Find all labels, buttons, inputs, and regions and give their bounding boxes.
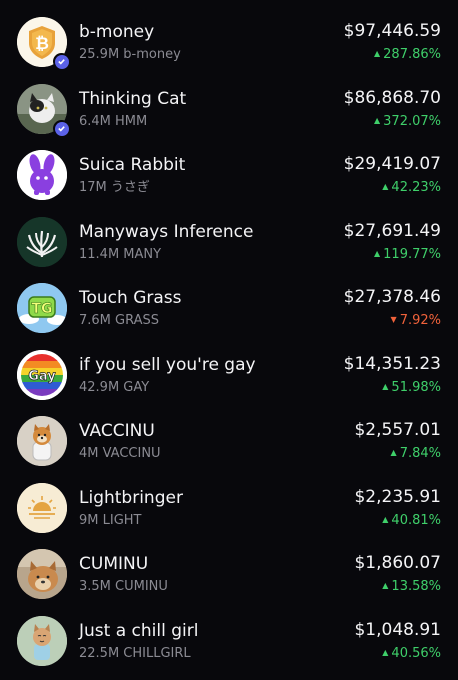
- token-row[interactable]: Thinking Cat 6.4M HMM $86,868.70 ▲ 372.07…: [0, 76, 458, 142]
- token-price: $29,419.07: [343, 154, 441, 174]
- tg-grass-icon: TG: [17, 283, 67, 333]
- up-arrow-icon: ▲: [374, 249, 381, 258]
- up-arrow-icon: ▲: [382, 648, 389, 657]
- token-price: $27,378.46: [343, 287, 441, 307]
- rainbow-gay-icon: Gay: [17, 350, 67, 400]
- token-row[interactable]: Just a chill girl 22.5M CHILLGIRL $1,048…: [0, 608, 458, 674]
- token-name: if you sell you're gay: [79, 354, 256, 375]
- token-price: $1,048.91: [354, 620, 441, 640]
- token-avatar: [17, 150, 67, 200]
- token-change: ▲ 13.58%: [382, 579, 441, 594]
- svg-text:Gay: Gay: [28, 369, 56, 384]
- token-price: $2,235.91: [354, 487, 441, 507]
- token-supply: 17M うさぎ: [79, 179, 150, 195]
- token-avatar: TG: [17, 283, 67, 333]
- token-row[interactable]: CUMINU 3.5M CUMINU $1,860.07 ▲ 13.58%: [0, 541, 458, 607]
- purple-rabbit-icon: [17, 150, 67, 200]
- plant-leaves-icon: [17, 217, 67, 267]
- token-avatar: ₿: [17, 17, 70, 70]
- token-name: Suica Rabbit: [79, 154, 186, 175]
- token-price: $2,557.01: [354, 420, 441, 440]
- token-row[interactable]: VACCINU 4M VACCINU $2,557.01 ▲ 7.84%: [0, 408, 458, 474]
- token-price: $86,868.70: [343, 88, 441, 108]
- token-avatar: [17, 416, 67, 466]
- token-avatar: [17, 217, 67, 267]
- token-change: ▲ 42.23%: [382, 180, 441, 195]
- token-supply: 3.5M CUMINU: [79, 578, 168, 594]
- token-list: ₿ b-money 25.9M b-money $97,446.59 ▲ 287.…: [0, 0, 458, 680]
- svg-text:TG: TG: [31, 301, 52, 317]
- token-change: ▲ 51.98%: [382, 380, 441, 395]
- token-supply: 7.6M GRASS: [79, 312, 159, 328]
- token-supply: 42.9M GAY: [79, 379, 150, 395]
- token-name: Just a chill girl: [79, 620, 199, 641]
- up-arrow-icon: ▲: [382, 182, 389, 191]
- token-change: ▲ 372.07%: [374, 114, 441, 129]
- up-arrow-icon: ▲: [390, 448, 397, 457]
- token-supply: 4M VACCINU: [79, 445, 161, 461]
- token-name: b-money: [79, 21, 155, 42]
- token-name: Touch Grass: [79, 287, 182, 308]
- token-supply: 6.4M HMM: [79, 113, 148, 129]
- dog-photo-icon: [17, 549, 67, 599]
- token-avatar: [17, 616, 67, 666]
- token-price: $27,691.49: [343, 221, 441, 241]
- sunrise-icon: [17, 483, 67, 533]
- verified-badge-icon: [53, 120, 70, 137]
- token-name: Manyways Inference: [79, 221, 254, 242]
- up-arrow-icon: ▲: [382, 382, 389, 391]
- token-avatar: Gay: [17, 350, 67, 400]
- token-supply: 22.5M CHILLGIRL: [79, 645, 191, 661]
- token-name: CUMINU: [79, 553, 149, 574]
- token-avatar: [17, 84, 70, 137]
- token-row[interactable]: Lightbringer 9M LIGHT $2,235.91 ▲ 40.81%: [0, 475, 458, 541]
- token-change: ▲ 40.81%: [382, 513, 441, 528]
- token-supply: 25.9M b-money: [79, 46, 181, 62]
- token-change: ▼ 7.92%: [390, 313, 441, 328]
- token-row[interactable]: TG Touch Grass 7.6M GRASS $27,378.46 ▼ 7.…: [0, 275, 458, 341]
- token-supply: 11.4M MANY: [79, 246, 162, 262]
- token-avatar: [17, 549, 67, 599]
- dog-astronaut-icon: [17, 416, 67, 466]
- token-change: ▲ 40.56%: [382, 646, 441, 661]
- token-change: ▲ 119.77%: [374, 247, 441, 262]
- up-arrow-icon: ▲: [374, 116, 381, 125]
- up-arrow-icon: ▲: [382, 581, 389, 590]
- token-row[interactable]: Gay if you sell you're gay 42.9M GAY $14…: [0, 342, 458, 408]
- token-price: $1,860.07: [354, 553, 441, 573]
- token-change: ▲ 287.86%: [374, 47, 441, 62]
- token-supply: 9M LIGHT: [79, 512, 142, 528]
- down-arrow-icon: ▼: [390, 315, 397, 324]
- verified-badge-icon: [53, 53, 70, 70]
- token-row[interactable]: Manyways Inference 11.4M MANY $27,691.49…: [0, 209, 458, 275]
- chill-dog-icon: [17, 616, 67, 666]
- token-name: VACCINU: [79, 420, 155, 441]
- token-row[interactable]: Suica Rabbit 17M うさぎ $29,419.07 ▲ 42.23%: [0, 142, 458, 208]
- token-price: $14,351.23: [343, 354, 441, 374]
- svg-text:₿: ₿: [35, 34, 49, 54]
- token-name: Lightbringer: [79, 487, 183, 508]
- token-name: Thinking Cat: [79, 88, 187, 109]
- token-price: $97,446.59: [343, 21, 441, 41]
- token-avatar: [17, 483, 67, 533]
- token-row[interactable]: ₿ b-money 25.9M b-money $97,446.59 ▲ 287.…: [0, 9, 458, 75]
- up-arrow-icon: ▲: [382, 515, 389, 524]
- up-arrow-icon: ▲: [374, 49, 381, 58]
- token-change: ▲ 7.84%: [390, 446, 441, 461]
